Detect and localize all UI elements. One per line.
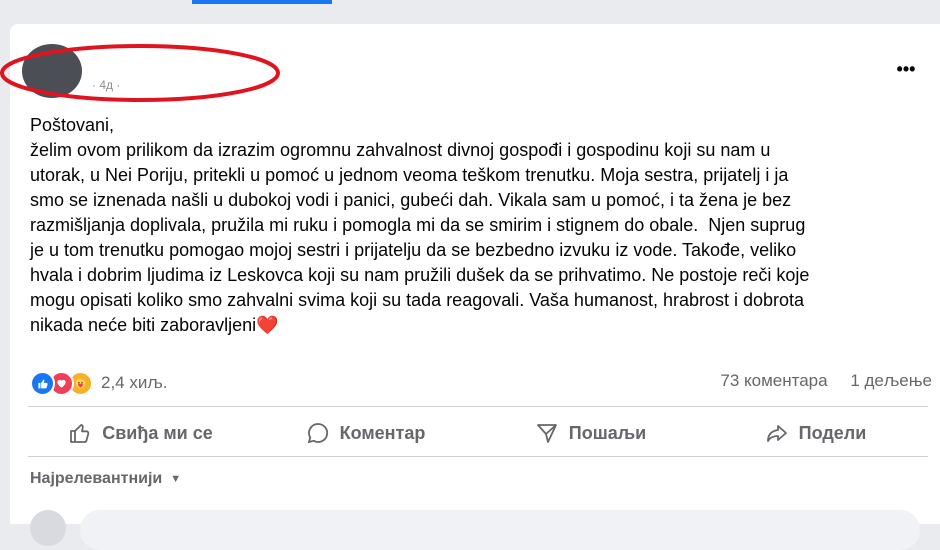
send-button-label: Пошаљи (568, 422, 647, 443)
share-button[interactable]: Подели (703, 410, 928, 456)
comment-bubble-icon (307, 423, 328, 444)
share-arrow-icon (766, 425, 787, 442)
divider (28, 406, 928, 407)
comment-button-label: Коментар (339, 422, 426, 443)
reaction-count[interactable]: 2,4 хиљ. (101, 373, 167, 393)
comments-sort-label: Најрелевантнији (30, 470, 163, 487)
like-button-label: Свиђа ми се (102, 422, 213, 443)
active-tab-indicator (192, 0, 332, 4)
share-button-label: Подели (798, 422, 867, 443)
send-button[interactable]: Пошаљи (478, 410, 703, 456)
comment-button[interactable]: Коментар (253, 410, 478, 456)
redaction-oval (0, 44, 280, 102)
send-icon (536, 424, 557, 443)
thumbs-up-icon (70, 424, 90, 443)
post-actions: Свиђа ми се Коментар Пошаљи Подели (28, 410, 928, 456)
viewer-avatar (30, 510, 66, 546)
comments-sort-dropdown[interactable]: Најрелевантнији ▼ (30, 470, 181, 488)
like-icon (30, 370, 55, 396)
more-options-button[interactable]: ••• (884, 54, 928, 84)
engagement-counts: 73 коментара 1 дељење (720, 371, 932, 391)
comment-count[interactable]: 73 коментара (720, 371, 827, 390)
caret-down-icon: ▼ (170, 473, 182, 485)
post-text: Poštovani, želim ovom prilikom da izrazi… (30, 115, 810, 335)
comment-input[interactable] (80, 510, 920, 550)
share-count[interactable]: 1 дељење (850, 371, 932, 390)
divider (28, 456, 928, 457)
like-button[interactable]: Свиђа ми се (28, 410, 253, 456)
reactions-summary[interactable]: 2,4 хиљ. (30, 370, 167, 396)
